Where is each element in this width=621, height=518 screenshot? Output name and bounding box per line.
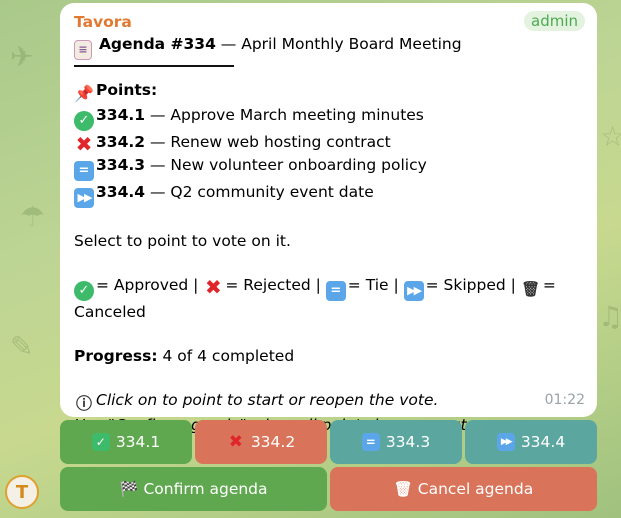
document-icon: ≡: [74, 40, 92, 60]
background-doodle: ☂: [20, 200, 46, 233]
instruction-text: Select to point to vote on it.: [74, 232, 291, 250]
point-id: 334.3: [96, 156, 146, 174]
point-button-334-3[interactable]: = 334.3: [330, 420, 462, 464]
hint-text-1: Click on to point to start or reopen the…: [96, 391, 439, 409]
equals-square-icon: =: [361, 433, 380, 451]
cancel-agenda-button[interactable]: 🗑 Cancel agenda: [330, 467, 597, 511]
point-row-334-1: ✓ 334.1 — Approve March meeting minutes: [74, 104, 583, 131]
trash-icon: 🗑: [521, 280, 541, 298]
fast-forward-icon: ▶▶: [403, 281, 424, 301]
point-button-334-2[interactable]: ✖ 334.2: [195, 420, 327, 464]
point-row-334-2: ✖ 334.2 — Renew web hosting contract: [74, 131, 583, 154]
agenda-actions-row: 🏁 Confirm agenda 🗑 Cancel agenda: [60, 467, 597, 511]
agenda-id: Agenda #334: [98, 35, 216, 53]
trash-icon: 🗑: [393, 480, 413, 498]
point-title: — Q2 community event date: [145, 183, 374, 201]
point-button-label: 334.3: [385, 433, 431, 451]
points-header-label: Points:: [96, 81, 158, 99]
equals-square-icon: =: [325, 281, 346, 301]
point-row-334-4: ▶▶ 334.4 — Q2 community event date: [74, 181, 583, 208]
point-button-label: 334.2: [250, 433, 296, 451]
point-button-334-4[interactable]: ▶▶ 334.4: [465, 420, 597, 464]
info-icon: ⓘ: [75, 394, 92, 413]
point-id: 334.1: [96, 106, 146, 124]
point-title: — Renew web hosting contract: [145, 133, 391, 151]
pushpin-icon: 📌: [74, 84, 94, 103]
check-circle-icon: ✓: [74, 281, 94, 301]
cross-mark-icon: ✖: [204, 275, 222, 299]
progress-value: 4 of 4 completed: [157, 347, 295, 365]
confirm-agenda-button[interactable]: 🏁 Confirm agenda: [60, 467, 327, 511]
background-doodle: ✎: [10, 330, 34, 363]
point-id: 334.4: [96, 183, 146, 201]
fast-forward-icon: ▶▶: [74, 188, 94, 208]
message-bubble: Tavora admin ≡ Agenda #334 — April Month…: [60, 3, 597, 434]
progress-label: Progress:: [74, 347, 158, 365]
sender-name[interactable]: Tavora: [74, 11, 583, 33]
point-button-334-1[interactable]: ✓ 334.1: [60, 420, 192, 464]
check-circle-icon: ✓: [91, 433, 110, 451]
divider: [74, 65, 234, 67]
cancel-agenda-label: Cancel agenda: [417, 480, 534, 498]
equals-square-icon: =: [74, 161, 94, 181]
legend-approved: = Approved |: [96, 276, 199, 294]
point-buttons-row: ✓ 334.1 ✖ 334.2 = 334.3 ▶▶ 334.4: [60, 420, 597, 464]
legend-skipped: = Skipped |: [425, 276, 516, 294]
legend-canceled: =: [542, 276, 556, 294]
point-button-label: 334.1: [115, 433, 161, 451]
legend-canceled-word: Canceled: [74, 303, 146, 321]
message-time: 01:22: [544, 392, 585, 408]
confirm-agenda-label: Confirm agenda: [143, 480, 268, 498]
fast-forward-icon: ▶▶: [496, 433, 515, 451]
background-doodle: ♫: [598, 300, 621, 333]
progress-line: Progress: 4 of 4 completed: [74, 345, 583, 367]
avatar-letter: T: [15, 481, 29, 503]
legend-rejected: = Rejected |: [225, 276, 321, 294]
agenda-title-row: ≡ Agenda #334 — April Monthly Board Meet…: [74, 33, 583, 60]
points-header: 📌 Points:: [74, 79, 583, 104]
cross-mark-icon: ✖: [75, 132, 93, 156]
legend-line: ✓ = Approved | ✖ = Rejected | = = Tie | ▶▶ =…: [74, 274, 583, 301]
legend-tie: = Tie |: [347, 276, 399, 294]
point-title: — Approve March meeting minutes: [145, 106, 424, 124]
point-title: — New volunteer onboarding policy: [145, 156, 427, 174]
checkered-flag-icon: 🏁: [119, 480, 139, 498]
admin-badge: admin: [524, 11, 585, 31]
point-button-label: 334.4: [520, 433, 566, 451]
avatar[interactable]: T: [5, 475, 39, 509]
agenda-title: — April Monthly Board Meeting: [215, 35, 462, 53]
hint-line-1: ⓘ Click on to point to start or reopen th…: [74, 389, 583, 414]
background-doodle: ✈: [10, 40, 34, 73]
check-circle-icon: ✓: [74, 111, 94, 131]
point-id: 334.2: [96, 133, 146, 151]
cross-mark-icon: ✖: [228, 432, 243, 452]
background-doodle: ☆: [600, 120, 621, 153]
point-row-334-3: = 334.3 — New volunteer onboarding policy: [74, 154, 583, 181]
